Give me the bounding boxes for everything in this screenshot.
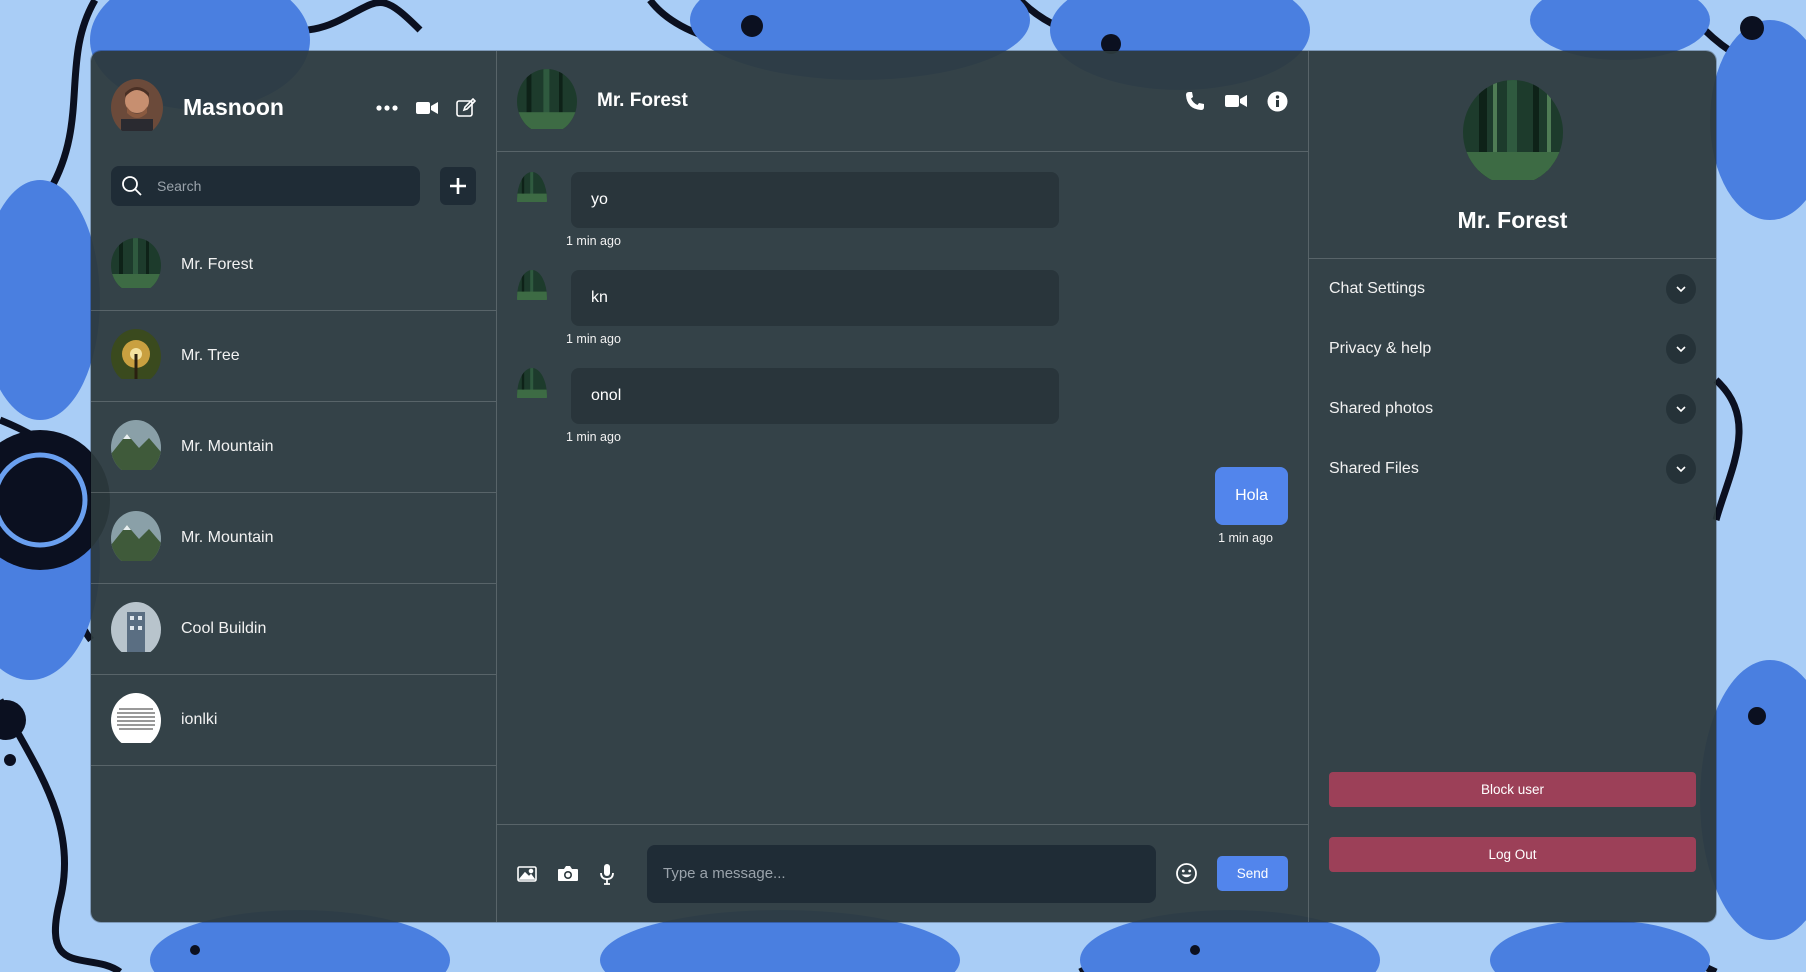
search-input[interactable] bbox=[157, 178, 420, 194]
contact-name: Mr. Tree bbox=[181, 347, 240, 364]
more-horizontal-icon[interactable] bbox=[376, 104, 398, 111]
contact-avatar bbox=[111, 237, 161, 293]
video-camera-icon[interactable] bbox=[1225, 94, 1247, 108]
composer-tools bbox=[517, 863, 615, 885]
chevron-down-icon[interactable] bbox=[1666, 394, 1696, 424]
conversation-avatar[interactable] bbox=[517, 68, 577, 134]
contact-name: Mr. Mountain bbox=[181, 529, 274, 546]
chat-list-item[interactable]: ionlki bbox=[91, 675, 496, 766]
message-bubble[interactable]: Hola bbox=[1215, 467, 1288, 525]
conversation-title: Mr. Forest bbox=[597, 90, 688, 111]
contact-avatar bbox=[111, 419, 161, 475]
current-user-avatar[interactable] bbox=[111, 79, 163, 136]
conversation-sidebar: Masnoon Search Mr. Forest Mr. Tree Mr. M… bbox=[91, 51, 497, 922]
option-label: Privacy & help bbox=[1329, 340, 1432, 357]
chat-list-item[interactable]: Mr. Tree bbox=[91, 311, 496, 402]
chevron-down-icon[interactable] bbox=[1666, 274, 1696, 304]
message-input[interactable] bbox=[647, 844, 1156, 903]
option-label: Chat Settings bbox=[1329, 280, 1426, 297]
info-icon[interactable] bbox=[1267, 91, 1288, 112]
sender-avatar bbox=[517, 270, 547, 326]
current-user-name: Masnoon bbox=[183, 94, 284, 120]
conversation-header-actions bbox=[1185, 91, 1288, 112]
chat-list-item[interactable]: Mr. Forest bbox=[91, 220, 496, 311]
chevron-down-icon[interactable] bbox=[1666, 454, 1696, 484]
emoji-icon[interactable] bbox=[1176, 863, 1197, 884]
profile-avatar bbox=[1462, 80, 1563, 185]
messenger-window: Masnoon Search Mr. Forest Mr. Tree Mr. M… bbox=[91, 51, 1716, 922]
search-box bbox=[111, 166, 420, 206]
contact-avatar bbox=[111, 510, 161, 566]
message-bubble[interactable]: yo bbox=[571, 172, 1059, 228]
contact-profile: Mr. Forest bbox=[1309, 51, 1716, 259]
chat-list: Mr. Forest Mr. Tree Mr. Mountain Mr. Mou… bbox=[91, 220, 496, 766]
message-timestamp: 1 min ago bbox=[566, 332, 621, 346]
incoming-message: yo 1 min ago bbox=[517, 172, 1059, 248]
chat-list-item[interactable]: Mr. Mountain bbox=[91, 493, 496, 584]
message-composer: Send bbox=[497, 824, 1308, 922]
contact-name: Cool Buildin bbox=[181, 620, 267, 637]
account-actions: Block user Log Out bbox=[1329, 772, 1696, 872]
sidebar-header-actions bbox=[376, 97, 476, 118]
edit-icon[interactable] bbox=[456, 97, 476, 118]
chevron-down-icon[interactable] bbox=[1666, 334, 1696, 364]
option-label: Shared photos bbox=[1329, 400, 1434, 417]
video-camera-icon[interactable] bbox=[416, 101, 438, 115]
contact-avatar bbox=[111, 692, 161, 748]
option-chat-settings[interactable]: Chat Settings bbox=[1329, 259, 1696, 319]
incoming-message: kn 1 min ago bbox=[517, 270, 1059, 346]
camera-icon[interactable] bbox=[557, 865, 579, 882]
search-icon bbox=[121, 175, 143, 197]
microphone-icon[interactable] bbox=[599, 863, 615, 885]
option-shared-photos[interactable]: Shared photos bbox=[1329, 379, 1696, 439]
contact-name: Mr. Mountain bbox=[181, 438, 274, 455]
option-privacy-help[interactable]: Privacy & help bbox=[1329, 319, 1696, 379]
option-label: Shared Files bbox=[1329, 460, 1419, 477]
incoming-message: onol 1 min ago bbox=[517, 368, 1059, 444]
sender-avatar bbox=[517, 368, 547, 424]
message-list: yo 1 min ago kn 1 min ago onol 1 min ago… bbox=[497, 152, 1308, 824]
add-chat-button[interactable] bbox=[440, 167, 476, 205]
message-timestamp: 1 min ago bbox=[566, 430, 621, 444]
conversation-panel: Mr. Forest yo 1 min ago kn 1 min ago ono… bbox=[497, 51, 1309, 922]
search-row bbox=[91, 166, 496, 206]
contact-name: Mr. Forest bbox=[181, 256, 254, 273]
conversation-header: Mr. Forest bbox=[497, 51, 1308, 152]
contact-name: ionlki bbox=[181, 711, 218, 728]
option-shared-files[interactable]: Shared Files bbox=[1329, 439, 1696, 499]
contact-avatar bbox=[111, 601, 161, 657]
log-out-button[interactable]: Log Out bbox=[1329, 837, 1696, 872]
sender-avatar bbox=[517, 172, 547, 228]
current-user-header: Masnoon bbox=[91, 51, 496, 144]
profile-name: Mr. Forest bbox=[1457, 207, 1568, 233]
image-icon[interactable] bbox=[517, 865, 537, 882]
message-bubble[interactable]: kn bbox=[571, 270, 1059, 326]
message-timestamp: 1 min ago bbox=[1218, 531, 1273, 545]
send-button[interactable]: Send bbox=[1217, 856, 1288, 891]
message-timestamp: 1 min ago bbox=[566, 234, 621, 248]
block-user-button[interactable]: Block user bbox=[1329, 772, 1696, 807]
details-panel: Mr. Forest Chat Settings Privacy & help … bbox=[1309, 51, 1716, 922]
contact-avatar bbox=[111, 328, 161, 384]
plus-icon bbox=[450, 178, 466, 194]
chat-list-item[interactable]: Cool Buildin bbox=[91, 584, 496, 675]
details-options: Chat Settings Privacy & help Shared phot… bbox=[1309, 259, 1716, 499]
outgoing-message: Hola 1 min ago bbox=[1215, 467, 1288, 545]
phone-icon[interactable] bbox=[1185, 91, 1205, 111]
chat-list-item[interactable]: Mr. Mountain bbox=[91, 402, 496, 493]
message-bubble[interactable]: onol bbox=[571, 368, 1059, 424]
